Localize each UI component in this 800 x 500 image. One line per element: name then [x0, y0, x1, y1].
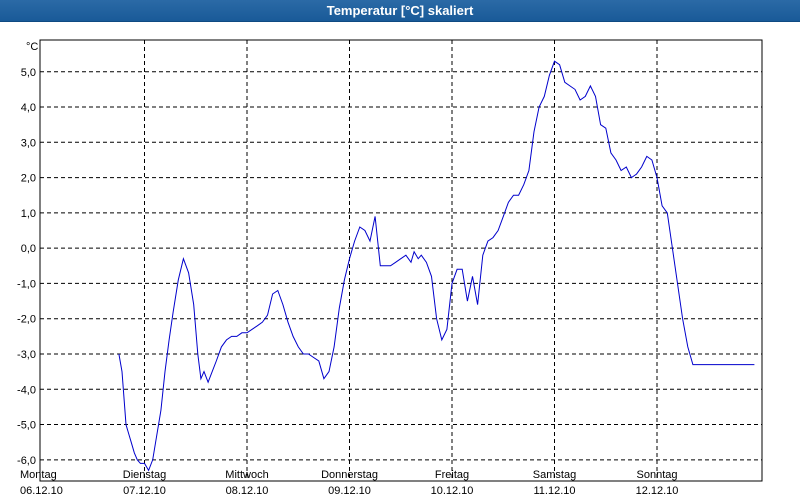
y-tick-label: -3,0 [17, 349, 36, 361]
y-tick-label: 4,0 [21, 102, 36, 114]
x-tick-day-label: Samstag [533, 469, 576, 481]
y-tick-label: 3,0 [21, 137, 36, 149]
x-tick-day-label: Montag [20, 469, 57, 481]
y-tick-label: 0,0 [21, 243, 36, 255]
x-tick-date-label: 06.12.10 [20, 485, 63, 497]
y-unit-label: °C [26, 41, 38, 53]
x-tick-date-label: 10.12.10 [431, 485, 474, 497]
y-tick-label: -5,0 [17, 420, 36, 432]
y-tick-label: -1,0 [17, 278, 36, 290]
x-tick-date-label: 12.12.10 [636, 485, 679, 497]
plot-area [39, 39, 763, 482]
x-tick-day-label: Dienstag [123, 469, 166, 481]
x-tick-day-label: Sonntag [637, 469, 678, 481]
y-tick-label: -4,0 [17, 384, 36, 396]
chart-window: Temperatur [°C] skaliert -6,0 -5,0 -4,0 -3,… [0, 0, 800, 500]
y-tick-label: 2,0 [21, 173, 36, 185]
window-title: Temperatur [°C] skaliert [0, 0, 800, 22]
y-tick-label: -2,0 [17, 314, 36, 326]
x-tick-date-label: 07.12.10 [123, 485, 166, 497]
y-axis: -6,0 -5,0 -4,0 -3,0 -2,0 -1,0 0,0 1,0 2,0 3,0 4,0 5… [17, 67, 36, 467]
x-tick-day-label: Mittwoch [225, 469, 268, 481]
x-tick-date-label: 08.12.10 [226, 485, 269, 497]
x-tick-day-label: Freitag [435, 469, 469, 481]
x-tick-date-label: 11.12.10 [533, 485, 575, 497]
x-tick-date-label: 09.12.10 [328, 485, 371, 497]
temperature-chart: -6,0 -5,0 -4,0 -3,0 -2,0 -1,0 0,0 1,0 2,0 3,0 4,0 5… [17, 39, 763, 497]
x-tick-day-label: Donnerstag [321, 469, 378, 481]
y-tick-label: 5,0 [21, 67, 36, 79]
y-tick-label: 1,0 [21, 208, 36, 220]
y-tick-label: -6,0 [17, 455, 36, 467]
